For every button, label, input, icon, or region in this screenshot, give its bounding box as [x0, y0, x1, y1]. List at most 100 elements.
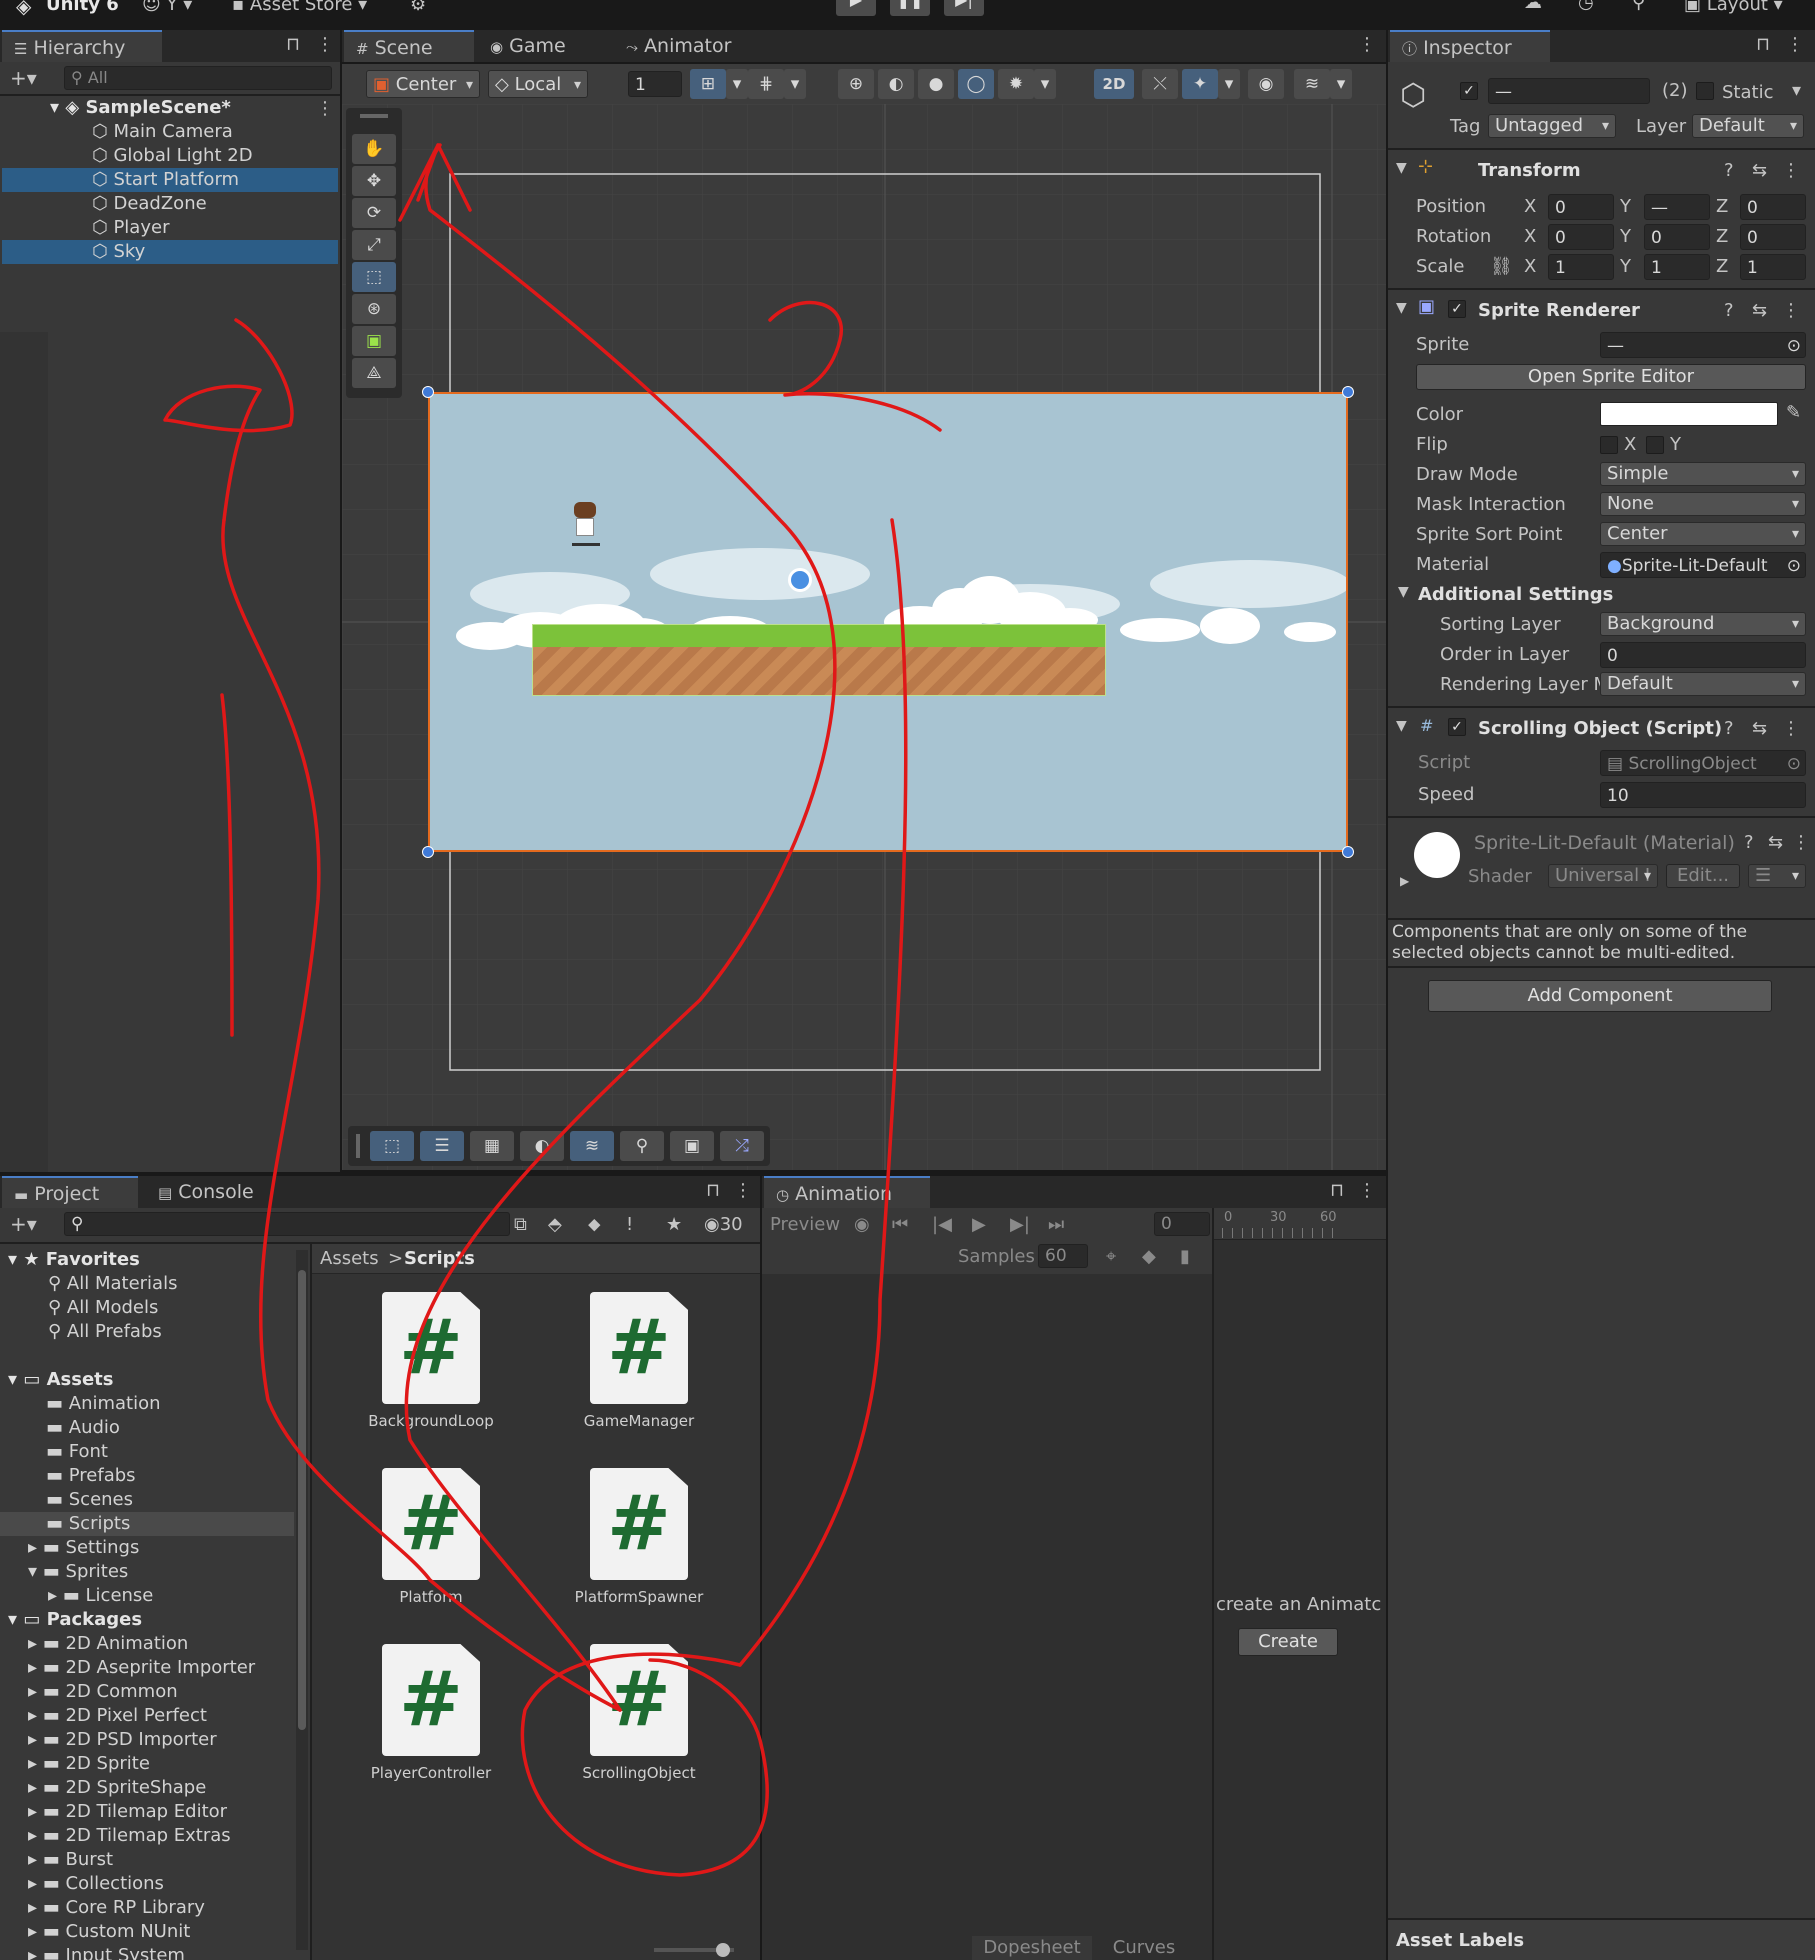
orientation-gizmo-icon[interactable]: ⊕: [838, 69, 874, 99]
start-platform-sprite[interactable]: [532, 624, 1106, 696]
sort-point-dropdown[interactable]: Center: [1600, 522, 1806, 546]
package-folder[interactable]: ▸ ▬ 2D Aseprite Importer: [0, 1656, 294, 1680]
prev-frame-icon[interactable]: |◀: [932, 1214, 952, 1235]
hidden-count-button[interactable]: ◉30: [704, 1214, 743, 1235]
scale-x-field[interactable]: 1: [1548, 254, 1614, 280]
shading-shaded-icon[interactable]: ●: [918, 69, 954, 99]
search-icon[interactable]: ⚲: [1632, 0, 1645, 13]
inspector-menu-icon[interactable]: ⋮: [1786, 34, 1804, 55]
static-checkbox[interactable]: [1696, 82, 1714, 100]
package-folder[interactable]: ▸ ▬ 2D Common: [0, 1680, 294, 1704]
search-by-type-icon[interactable]: ⧉: [514, 1214, 527, 1235]
scale-z-field[interactable]: 1: [1740, 254, 1806, 280]
grid-visibility-toggle[interactable]: ⋕: [748, 69, 784, 99]
tab-console[interactable]: ▤ Console: [146, 1176, 286, 1208]
scale-tool-icon[interactable]: ⤢: [352, 230, 396, 260]
space-dropdown[interactable]: ◇ Local: [488, 70, 588, 99]
project-menu-icon[interactable]: ⋮: [734, 1180, 752, 1201]
tool-palette-grip[interactable]: [360, 114, 388, 118]
tab-scene[interactable]: # Scene: [344, 30, 474, 62]
transform-tool-icon[interactable]: ⊛: [352, 294, 396, 324]
scene-menu-icon[interactable]: ⋮: [316, 98, 334, 119]
filter-label-icon[interactable]: ⬥: [588, 1214, 601, 1235]
collab-icon[interactable]: ☁: [1524, 0, 1542, 13]
scene-root[interactable]: ▾ ◈ SampleScene*: [50, 96, 231, 120]
animation-lock-icon[interactable]: ⊓: [1330, 1180, 1344, 1201]
sprite-renderer-title[interactable]: Sprite Renderer: [1478, 300, 1640, 321]
step-button[interactable]: ▶|: [944, 0, 984, 16]
shading-lit-icon[interactable]: ◯: [958, 69, 994, 99]
package-folder[interactable]: ▸ ▬ Core RP Library: [0, 1896, 294, 1920]
effects-options[interactable]: ▾: [1218, 69, 1240, 99]
packages-section[interactable]: ▾ ▭ Packages: [0, 1608, 294, 1632]
warning-filter-icon[interactable]: !: [626, 1214, 633, 1235]
overlay-align-icon[interactable]: ☰: [420, 1131, 464, 1161]
position-y-field[interactable]: —: [1644, 194, 1710, 220]
player-sprite[interactable]: [566, 502, 606, 550]
package-folder[interactable]: ▸ ▬ Collections: [0, 1872, 294, 1896]
rotation-y-field[interactable]: 0: [1644, 224, 1710, 250]
package-folder[interactable]: ▸ ▬ 2D Animation: [0, 1632, 294, 1656]
timeline-ruler[interactable]: 0 30 60: [1214, 1208, 1386, 1240]
project-lock-icon[interactable]: ⊓: [706, 1180, 720, 1201]
rotation-z-field[interactable]: 0: [1740, 224, 1806, 250]
sprite-field[interactable]: — ⊙: [1600, 332, 1806, 358]
flip-x-checkbox[interactable]: [1600, 436, 1618, 454]
hierarchy-menu-icon[interactable]: ⋮: [316, 34, 334, 55]
hand-tool-icon[interactable]: ✋: [352, 134, 396, 164]
add-event-icon[interactable]: ▮: [1180, 1246, 1190, 1267]
overlay-rect-icon[interactable]: ⬚: [370, 1131, 414, 1161]
asset-folder[interactable]: ▬ Font: [0, 1440, 294, 1464]
active-checkbox[interactable]: ✓: [1460, 82, 1478, 100]
transform-title[interactable]: Transform: [1478, 160, 1581, 181]
package-folder[interactable]: ▸ ▬ 2D Sprite: [0, 1752, 294, 1776]
inspector-lock-icon[interactable]: ⊓: [1756, 34, 1770, 55]
help-icon[interactable]: ?: [1724, 718, 1734, 739]
draw-mode-dropdown[interactable]: Simple: [1600, 462, 1806, 486]
play-button[interactable]: ▶: [836, 0, 876, 16]
scene-menu-icon[interactable]: ⋮: [1358, 34, 1376, 55]
package-folder[interactable]: ▸ ▬ 2D PSD Importer: [0, 1728, 294, 1752]
object-name-field[interactable]: —: [1488, 78, 1650, 104]
position-z-field[interactable]: 0: [1740, 194, 1806, 220]
script-asset[interactable]: # PlayerController: [356, 1644, 506, 1782]
last-frame-icon[interactable]: ⏭: [1048, 1214, 1064, 1235]
rect-handle-bl[interactable]: [422, 846, 434, 858]
help-icon[interactable]: ?: [1744, 832, 1754, 853]
pivot-gizmo-icon[interactable]: [788, 568, 812, 592]
script-asset[interactable]: # GameManager: [564, 1292, 714, 1430]
custom-tool-icon[interactable]: ▣: [352, 326, 396, 356]
asset-folder[interactable]: ▬ Prefabs: [0, 1464, 294, 1488]
debug-draw-icon[interactable]: ✹: [998, 69, 1034, 99]
package-folder[interactable]: ▸ ▬ 2D Tilemap Editor: [0, 1800, 294, 1824]
package-folder[interactable]: ▸ ▬ 2D Pixel Perfect: [0, 1704, 294, 1728]
material-field[interactable]: ●Sprite-Lit-Default ⊙: [1600, 552, 1806, 578]
add-component-button[interactable]: Add Component: [1428, 980, 1772, 1012]
overlay-shuffle-icon[interactable]: ⤮: [720, 1131, 764, 1161]
asset-folder[interactable]: ▬ Audio: [0, 1416, 294, 1440]
layout-dropdown[interactable]: ▣ Layout ▾: [1684, 0, 1783, 15]
add-keyframe-icon[interactable]: ◆: [1142, 1246, 1156, 1267]
hierarchy-add-button[interactable]: +▾: [10, 66, 37, 90]
tab-animator[interactable]: ⤳ Animator: [614, 30, 754, 62]
package-folder[interactable]: ▸ ▬ Burst: [0, 1848, 294, 1872]
layer-dropdown[interactable]: Default: [1692, 114, 1804, 138]
help-icon[interactable]: ?: [1724, 300, 1734, 321]
visibility-eye-icon[interactable]: ◉: [1248, 69, 1284, 99]
hierarchy-item[interactable]: ⬡ Start Platform: [2, 168, 338, 192]
mode-2d-toggle[interactable]: 2D: [1094, 69, 1134, 99]
asset-folder[interactable]: ▾ ▬ Sprites: [0, 1560, 294, 1584]
scale-y-field[interactable]: 1: [1644, 254, 1710, 280]
order-field[interactable]: 0: [1600, 642, 1806, 668]
assets-section[interactable]: ▾ ▭ Assets: [0, 1368, 294, 1392]
script-asset[interactable]: # Platform: [356, 1468, 506, 1606]
tree-scroll-thumb[interactable]: [298, 1270, 306, 1730]
sprite-renderer-foldout-icon[interactable]: ▼: [1396, 300, 1407, 316]
rect-handle-tr[interactable]: [1342, 386, 1354, 398]
grid-snap-field[interactable]: 1: [628, 71, 682, 97]
tab-inspector[interactable]: ⓘ Inspector: [1390, 30, 1550, 62]
additional-settings-foldout-icon[interactable]: ▼: [1398, 584, 1409, 600]
filter-type-icon[interactable]: ⬘: [548, 1214, 562, 1235]
favorite-star-icon[interactable]: ★: [666, 1214, 682, 1235]
pause-button[interactable]: ❚❚: [890, 0, 930, 16]
